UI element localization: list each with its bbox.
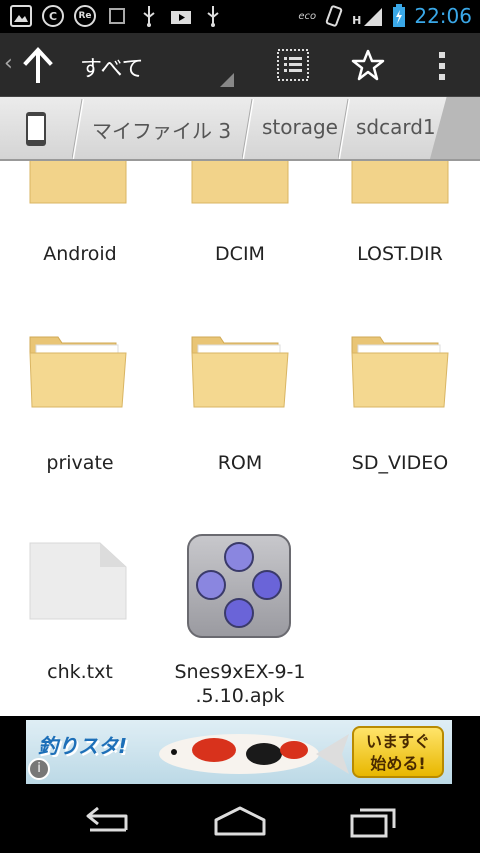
file-name: Android xyxy=(43,243,117,265)
file-grid: Android DCIM LOST.DIR private ROM SD_VID… xyxy=(0,161,480,716)
ad-container: 釣りスタ! いますぐ 始める! i xyxy=(0,716,480,788)
koi-fish-image xyxy=(159,734,349,774)
dropdown-corner-icon xyxy=(220,73,234,87)
file-name: chk.txt xyxy=(47,661,113,683)
text-file-icon xyxy=(29,542,127,620)
breadcrumb-item[interactable]: sdcard1 xyxy=(356,115,436,139)
file-name: private xyxy=(46,452,114,474)
breadcrumb-separator xyxy=(242,98,254,159)
youtube-icon xyxy=(170,5,192,27)
re-app-icon: Re xyxy=(74,5,96,27)
battery-icon xyxy=(393,4,406,27)
home-button[interactable] xyxy=(210,802,270,842)
file-name: SD_VIDEO xyxy=(351,452,449,474)
ad-logo: 釣りスタ! xyxy=(38,734,128,758)
file-name-line2: .5.10.apk xyxy=(195,685,285,707)
folder-icon xyxy=(191,336,289,408)
list-view-icon[interactable] xyxy=(276,48,310,82)
folder-icon xyxy=(191,161,289,204)
back-button[interactable] xyxy=(76,802,136,842)
status-time: 22:06 xyxy=(414,4,472,28)
usb-icon xyxy=(202,5,224,27)
folder-icon xyxy=(351,161,449,204)
navigation-bar xyxy=(0,788,480,853)
gamepad-app-icon xyxy=(187,534,291,638)
ad-banner[interactable]: 釣りスタ! いますぐ 始める! i xyxy=(26,720,452,784)
gallery-icon xyxy=(10,5,32,27)
breadcrumb-end xyxy=(429,97,480,159)
breadcrumb-separator xyxy=(338,98,350,159)
folder-icon xyxy=(351,336,449,408)
breadcrumb-item[interactable]: storage xyxy=(262,115,338,139)
file-name: DCIM xyxy=(215,243,265,265)
file-name: ROM xyxy=(217,452,263,474)
file-name-line1: Snes9xEX-9-1 xyxy=(174,661,306,683)
star-icon[interactable] xyxy=(350,47,386,83)
chevron-left-icon: ‹ xyxy=(4,51,13,76)
breadcrumb-separator xyxy=(72,98,84,159)
signal-icon: H xyxy=(352,5,384,27)
breadcrumb: マイファイル 3 storage sdcard1 xyxy=(0,97,480,161)
c-app-icon: C xyxy=(42,5,64,27)
folder-icon xyxy=(29,161,127,204)
eco-icon: eco xyxy=(298,10,317,22)
folder-icon xyxy=(29,336,127,408)
action-bar: ‹ すべて xyxy=(0,33,480,97)
filter-dropdown[interactable]: すべて xyxy=(80,51,144,83)
status-bar: C Re eco H 22:06 xyxy=(0,0,480,33)
file-name: LOST.DIR xyxy=(357,243,443,265)
vibrate-icon xyxy=(325,5,343,27)
overflow-menu-icon[interactable] xyxy=(432,49,452,83)
phone-icon[interactable] xyxy=(24,111,48,147)
recent-apps-button[interactable] xyxy=(344,802,404,842)
usb-icon xyxy=(138,5,160,27)
up-arrow-icon[interactable] xyxy=(20,45,56,85)
breadcrumb-item[interactable]: マイファイル 3 xyxy=(92,115,231,144)
info-icon[interactable]: i xyxy=(28,758,50,780)
notification-icon xyxy=(106,5,128,27)
ad-cta-button[interactable]: いますぐ 始める! xyxy=(352,726,444,778)
